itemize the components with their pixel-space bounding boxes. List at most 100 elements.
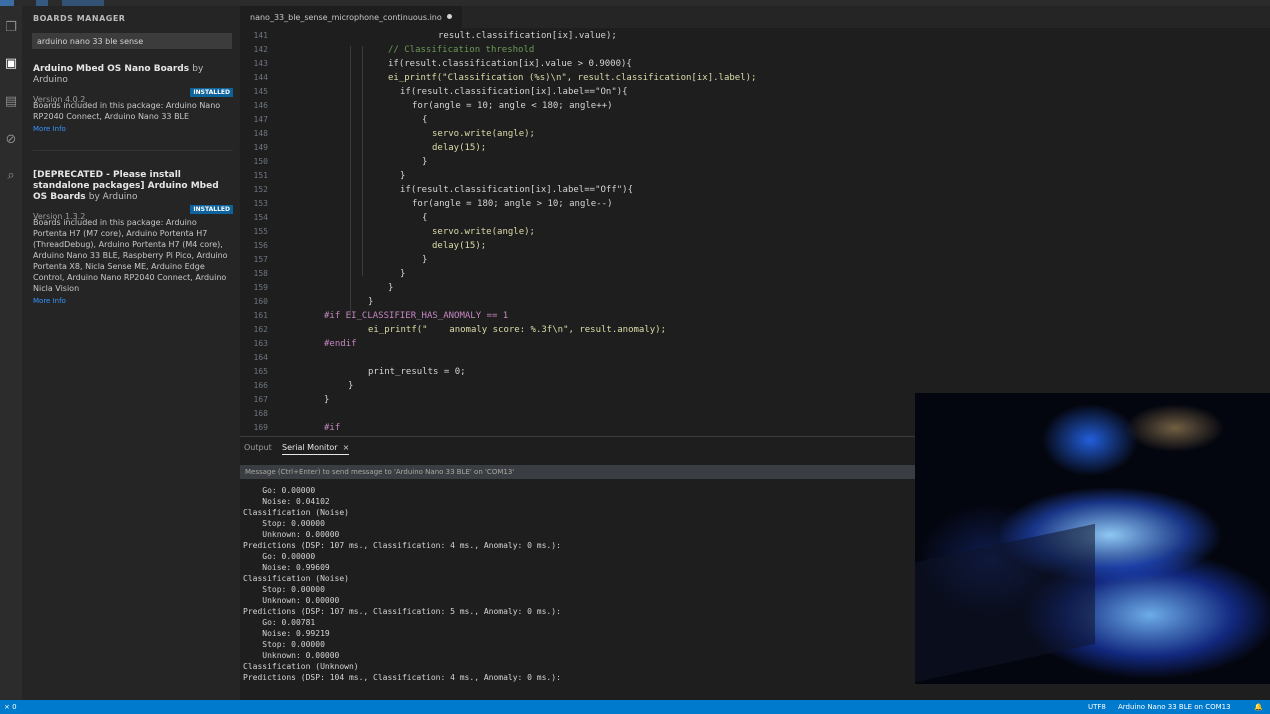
tab-output[interactable]: Output (244, 443, 272, 452)
line-number: 144 (253, 73, 268, 82)
serial-output: Go: 0.00000 Noise: 0.04102 Classification… (243, 485, 913, 683)
code-text: } (422, 255, 428, 265)
code-line[interactable]: 159} (240, 281, 1270, 295)
code-line[interactable]: 154 { (240, 211, 1270, 225)
status-errors[interactable]: ⨯ 0 (4, 700, 17, 714)
code-line[interactable]: 144 ei_printf("Classification (%s)\n", re… (240, 71, 1270, 85)
code-text: } (400, 269, 406, 279)
status-board-port[interactable]: Arduino Nano 33 BLE on COM13 (1118, 700, 1231, 714)
sketchbook-icon[interactable]: ❐ (3, 20, 19, 36)
line-number: 142 (253, 45, 268, 54)
status-bar: ⨯ 0 UTF8 Arduino Nano 33 BLE on COM13 🔔 (0, 700, 1270, 714)
code-line[interactable]: 151} (240, 169, 1270, 183)
code-line[interactable]: 162 ei_printf(" anomaly score: %.3f\n", r… (240, 323, 1270, 337)
installed-badge: INSTALLED (190, 205, 233, 214)
code-line[interactable]: 160} (240, 295, 1270, 309)
code-text: ei_printf("Classification (%s)\n", resul… (388, 73, 757, 83)
code-line[interactable]: 161 #if EI_CLASSIFIER_HAS_ANOMALY == 1 (240, 309, 1270, 323)
serial-output-line: Classification (Unknown) (243, 662, 359, 671)
line-number: 165 (253, 367, 268, 376)
code-line[interactable]: 146 for(angle = 10; angle < 180; angle++) (240, 99, 1270, 113)
code-line[interactable]: 156 delay(15); (240, 239, 1270, 253)
serial-output-line: Stop: 0.00000 (243, 519, 325, 528)
line-number: 143 (253, 59, 268, 68)
serial-output-line: Predictions (DSP: 104 ms., Classificatio… (243, 673, 561, 682)
code-line[interactable]: 142 // Classification threshold (240, 43, 1270, 57)
package-description: Boards included in this package: Arduino… (33, 218, 228, 293)
code-text: } (400, 171, 406, 181)
code-line[interactable]: 143 if(result.classification[ix].value > … (240, 57, 1270, 71)
bell-icon[interactable]: 🔔 (1254, 700, 1263, 714)
line-number: 155 (253, 227, 268, 236)
search-icon[interactable]: ⌕ (3, 168, 19, 184)
webcam-overlay (915, 393, 1270, 684)
code-line[interactable]: 141 result.classification[ix].value); (240, 29, 1270, 43)
serial-output-line: Classification (Noise) (243, 508, 349, 517)
line-number: 166 (253, 381, 268, 390)
line-number: 141 (253, 31, 268, 40)
code-line[interactable]: 164 (240, 351, 1270, 365)
serial-output-line: Unknown: 0.00000 (243, 596, 340, 605)
line-number: 169 (253, 423, 268, 432)
line-number: 161 (253, 311, 268, 320)
line-number: 163 (253, 339, 268, 348)
line-number: 162 (253, 325, 268, 334)
code-text: } (348, 381, 354, 391)
serial-message-input[interactable]: Message (Ctrl+Enter) to send message to … (240, 465, 915, 479)
serial-output-line: Go: 0.00000 (243, 552, 316, 561)
code-line[interactable]: 149 delay(15); (240, 141, 1270, 155)
code-line[interactable]: 145 if(result.classification[ix].label=="… (240, 85, 1270, 99)
code-line[interactable]: 157} (240, 253, 1270, 267)
code-text: for(angle = 10; angle < 180; angle++) (412, 101, 613, 111)
line-number: 149 (253, 143, 268, 152)
code-text: // Classification threshold (388, 45, 535, 55)
line-number: 157 (253, 255, 268, 264)
debug-icon[interactable]: ⊘ (3, 132, 19, 148)
line-number: 151 (253, 171, 268, 180)
code-text: if(result.classification[ix].label=="Off… (400, 185, 633, 195)
serial-output-line: Stop: 0.00000 (243, 640, 325, 649)
code-line[interactable]: 153 for(angle = 180; angle > 10; angle--) (240, 197, 1270, 211)
serial-output-line: Unknown: 0.00000 (243, 651, 340, 660)
line-number: 145 (253, 87, 268, 96)
boards-manager-icon[interactable]: ▣ (3, 56, 19, 72)
code-editor[interactable]: nano_33_ble_sense_microphone_continuous.… (240, 6, 1270, 436)
serial-output-line: Unknown: 0.00000 (243, 530, 340, 539)
line-number: 152 (253, 185, 268, 194)
installed-badge: INSTALLED (190, 88, 233, 97)
package-version[interactable]: Version 4.0.2 (33, 95, 85, 104)
editor-tab-label: nano_33_ble_sense_microphone_continuous.… (250, 13, 442, 22)
library-manager-icon[interactable]: ▤ (3, 94, 19, 110)
unsaved-dot-icon[interactable] (446, 14, 452, 19)
serial-output-line: Stop: 0.00000 (243, 585, 325, 594)
close-icon[interactable]: × (343, 443, 350, 452)
editor-tab[interactable]: nano_33_ble_sense_microphone_continuous.… (240, 6, 462, 28)
code-text: servo.write(angle); (432, 129, 535, 139)
more-info-link[interactable]: More Info (33, 125, 233, 133)
code-line[interactable]: 166} (240, 379, 1270, 393)
code-line[interactable]: 150} (240, 155, 1270, 169)
code-line[interactable]: 163 #endif (240, 337, 1270, 351)
code-text: } (388, 283, 394, 293)
code-text: #if (324, 423, 341, 433)
code-text: result.classification[ix].value); (438, 31, 617, 41)
code-line[interactable]: 165 print_results = 0; (240, 365, 1270, 379)
status-encoding[interactable]: UTF8 (1088, 700, 1106, 714)
tab-serial-monitor[interactable]: Serial Monitor × (282, 443, 350, 455)
board-search-input[interactable] (32, 33, 232, 49)
code-lines: 141 result.classification[ix].value); 142 /… (240, 29, 1270, 435)
code-line[interactable]: 158} (240, 267, 1270, 281)
line-number: 148 (253, 129, 268, 138)
code-line[interactable]: 147 { (240, 113, 1270, 127)
tab-serial-monitor-label: Serial Monitor (282, 443, 338, 452)
bottom-panel: Output Serial Monitor × Message (Ctrl+Ent… (240, 436, 915, 700)
serial-output-line: Classification (Noise) (243, 574, 349, 583)
serial-output-line: Go: 0.00781 (243, 618, 316, 627)
more-info-link[interactable]: More Info (33, 297, 233, 305)
code-line[interactable]: 155 servo.write(angle); (240, 225, 1270, 239)
package-version[interactable]: Version 1.3.2 (33, 212, 85, 221)
code-line[interactable]: 152 if(result.classification[ix].label=="… (240, 183, 1270, 197)
code-line[interactable]: 148 servo.write(angle); (240, 127, 1270, 141)
serial-output-line: Predictions (DSP: 107 ms., Classificatio… (243, 541, 561, 550)
line-number: 153 (253, 199, 268, 208)
